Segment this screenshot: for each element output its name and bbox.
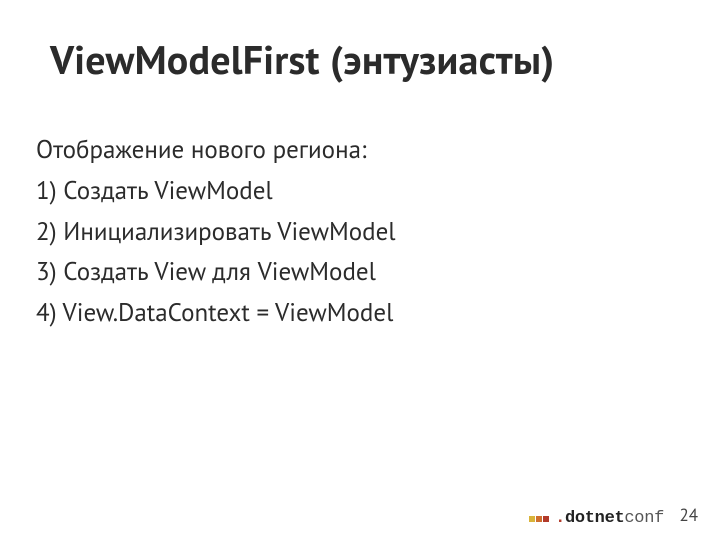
brand-name: dotnet (565, 509, 624, 528)
slide: ViewModelFirst (энтузиасты) Отображение … (0, 0, 720, 540)
brand-dot: . (555, 509, 565, 528)
brand-logo: .dotnetconf (529, 509, 664, 528)
slide-body: Отображение нового региона: 1) Создать V… (36, 130, 680, 334)
slide-title: ViewModelFirst (энтузиасты) (50, 34, 680, 86)
step-line: 1) Создать ViewModel (36, 171, 680, 210)
step-line: 3) Создать View для ViewModel (36, 252, 680, 291)
page-number: 24 (679, 504, 698, 526)
brand-squares-icon (529, 516, 549, 522)
step-line: 2) Инициализировать ViewModel (36, 212, 680, 251)
step-line: 4) View.DataContext = ViewModel (36, 293, 680, 332)
brand-suffix: conf (624, 509, 664, 528)
brand-text: .dotnetconf (555, 509, 664, 528)
intro-line: Отображение нового региона: (36, 130, 680, 169)
